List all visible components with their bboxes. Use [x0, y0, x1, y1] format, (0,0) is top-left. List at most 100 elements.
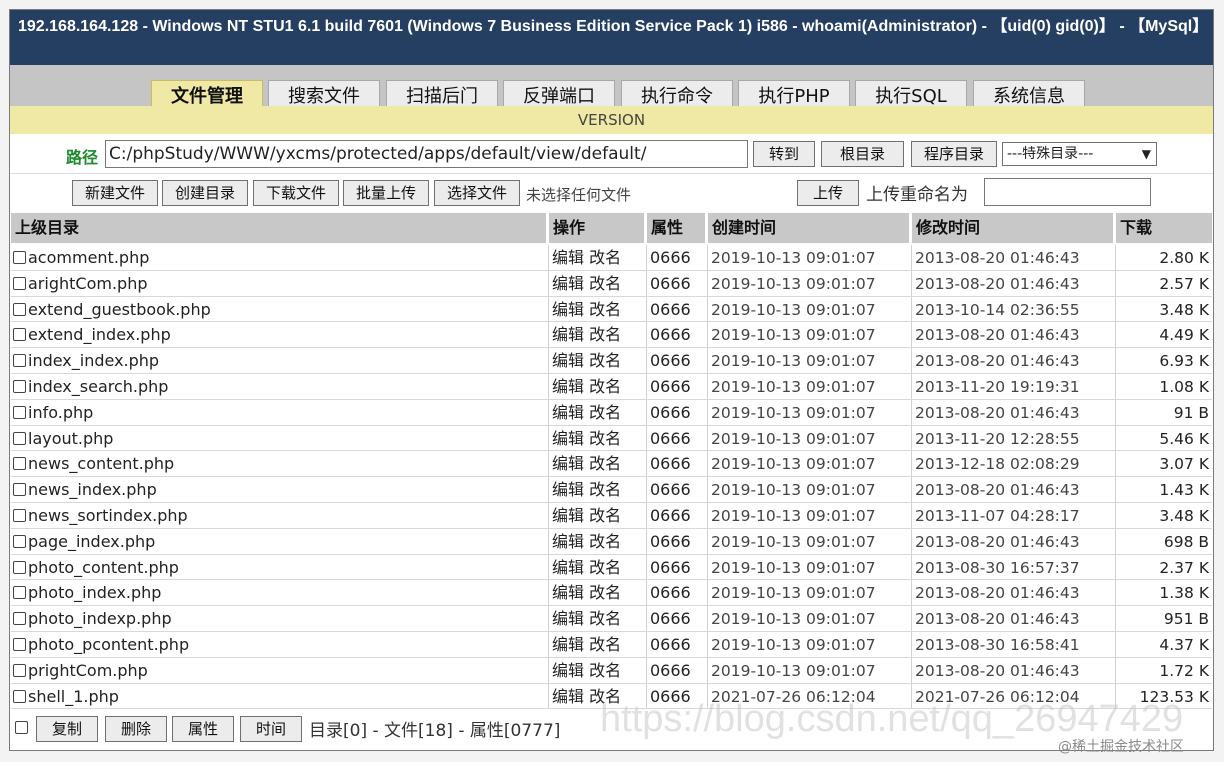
- header-parent-dir[interactable]: 上级目录: [11, 213, 546, 243]
- attr-link[interactable]: 0666: [650, 271, 706, 296]
- created-time-link[interactable]: 2019-10-13 09:01:07: [711, 374, 911, 399]
- row-checkbox[interactable]: [13, 663, 26, 677]
- attr-button[interactable]: 属性: [172, 716, 234, 742]
- upload-button[interactable]: 上传: [797, 180, 859, 206]
- edit-link[interactable]: 编辑: [552, 377, 584, 396]
- row-checkbox[interactable]: [13, 302, 26, 316]
- edit-link[interactable]: 编辑: [552, 403, 584, 422]
- rename-link[interactable]: 改名: [589, 558, 621, 577]
- new-dir-button[interactable]: 创建目录: [162, 180, 248, 206]
- rename-link[interactable]: 改名: [589, 532, 621, 551]
- path-input[interactable]: C:/phpStudy/WWW/yxcms/protected/apps/def…: [105, 140, 748, 168]
- edit-link[interactable]: 编辑: [552, 635, 584, 654]
- file-name-link[interactable]: arightCom.php: [28, 274, 147, 293]
- file-name-link[interactable]: photo_index.php: [28, 583, 161, 602]
- root-dir-button[interactable]: 根目录: [821, 141, 904, 167]
- rename-link[interactable]: 改名: [589, 325, 621, 344]
- program-dir-button[interactable]: 程序目录: [911, 141, 997, 167]
- special-dir-select[interactable]: ---特殊目录--- ▼: [1002, 142, 1157, 166]
- file-name-link[interactable]: photo_content.php: [28, 558, 179, 577]
- file-name-link[interactable]: news_content.php: [28, 454, 174, 473]
- created-time-link[interactable]: 2019-10-13 09:01:07: [711, 426, 911, 451]
- download-size-link[interactable]: 1.43 K: [1119, 477, 1209, 502]
- file-name-link[interactable]: info.php: [28, 403, 93, 422]
- attr-link[interactable]: 0666: [650, 606, 706, 631]
- attr-link[interactable]: 0666: [650, 529, 706, 554]
- created-time-link[interactable]: 2019-10-13 09:01:07: [711, 529, 911, 554]
- download-size-link[interactable]: 3.07 K: [1119, 451, 1209, 476]
- attr-link[interactable]: 0666: [650, 374, 706, 399]
- created-time-link[interactable]: 2019-10-13 09:01:07: [711, 271, 911, 296]
- batch-upload-button[interactable]: 批量上传: [343, 180, 429, 206]
- row-checkbox[interactable]: [13, 380, 26, 393]
- file-name-link[interactable]: index_index.php: [28, 351, 159, 370]
- download-size-link[interactable]: 2.57 K: [1119, 271, 1209, 296]
- row-checkbox[interactable]: [13, 431, 26, 445]
- attr-link[interactable]: 0666: [650, 451, 706, 476]
- created-time-link[interactable]: 2019-10-13 09:01:07: [711, 477, 911, 502]
- rename-link[interactable]: 改名: [589, 609, 621, 628]
- created-time-link[interactable]: 2019-10-13 09:01:07: [711, 632, 911, 657]
- file-name-link[interactable]: news_sortindex.php: [28, 506, 188, 525]
- download-file-button[interactable]: 下载文件: [253, 180, 339, 206]
- row-checkbox[interactable]: [13, 328, 26, 342]
- file-name-link[interactable]: acomment.php: [28, 248, 149, 267]
- rename-link[interactable]: 改名: [589, 687, 621, 706]
- row-checkbox[interactable]: [13, 689, 26, 703]
- rename-link[interactable]: 改名: [589, 506, 621, 525]
- attr-link[interactable]: 0666: [650, 632, 706, 657]
- attr-link[interactable]: 0666: [650, 555, 706, 580]
- row-checkbox[interactable]: [13, 276, 26, 290]
- created-time-link[interactable]: 2021-07-26 06:12:04: [711, 684, 911, 709]
- rename-link[interactable]: 改名: [589, 480, 621, 499]
- download-size-link[interactable]: 2.80 K: [1119, 245, 1209, 270]
- created-time-link[interactable]: 2019-10-13 09:01:07: [711, 322, 911, 347]
- edit-link[interactable]: 编辑: [552, 506, 584, 525]
- edit-link[interactable]: 编辑: [552, 429, 584, 448]
- file-name-link[interactable]: extend_guestbook.php: [28, 300, 211, 319]
- attr-link[interactable]: 0666: [650, 245, 706, 270]
- rename-link[interactable]: 改名: [589, 429, 621, 448]
- created-time-link[interactable]: 2019-10-13 09:01:07: [711, 503, 911, 528]
- copy-button[interactable]: 复制: [36, 716, 98, 742]
- file-name-link[interactable]: prightCom.php: [28, 661, 148, 680]
- created-time-link[interactable]: 2019-10-13 09:01:07: [711, 297, 911, 322]
- choose-file-button[interactable]: 选择文件: [434, 180, 520, 206]
- file-name-link[interactable]: shell_1.php: [28, 687, 119, 706]
- created-time-link[interactable]: 2019-10-13 09:01:07: [711, 451, 911, 476]
- attr-link[interactable]: 0666: [650, 297, 706, 322]
- download-size-link[interactable]: 1.72 K: [1119, 658, 1209, 683]
- created-time-link[interactable]: 2019-10-13 09:01:07: [711, 606, 911, 631]
- download-size-link[interactable]: 1.38 K: [1119, 580, 1209, 605]
- rename-link[interactable]: 改名: [589, 248, 621, 267]
- created-time-link[interactable]: 2019-10-13 09:01:07: [711, 555, 911, 580]
- attr-link[interactable]: 0666: [650, 477, 706, 502]
- row-checkbox[interactable]: [13, 638, 26, 651]
- edit-link[interactable]: 编辑: [552, 609, 584, 628]
- attr-link[interactable]: 0666: [650, 684, 706, 709]
- row-checkbox[interactable]: [13, 251, 26, 264]
- attr-link[interactable]: 0666: [650, 348, 706, 373]
- file-name-link[interactable]: index_search.php: [28, 377, 168, 396]
- rename-link[interactable]: 改名: [589, 351, 621, 370]
- row-checkbox[interactable]: [13, 586, 26, 600]
- download-size-link[interactable]: 4.37 K: [1119, 632, 1209, 657]
- row-checkbox[interactable]: [13, 560, 26, 574]
- created-time-link[interactable]: 2019-10-13 09:01:07: [711, 245, 911, 270]
- download-size-link[interactable]: 951 B: [1119, 606, 1209, 631]
- edit-link[interactable]: 编辑: [552, 454, 584, 473]
- edit-link[interactable]: 编辑: [552, 687, 584, 706]
- row-checkbox[interactable]: [13, 405, 26, 419]
- edit-link[interactable]: 编辑: [552, 274, 584, 293]
- rename-link[interactable]: 改名: [589, 661, 621, 680]
- edit-link[interactable]: 编辑: [552, 351, 584, 370]
- download-size-link[interactable]: 4.49 K: [1119, 322, 1209, 347]
- attr-link[interactable]: 0666: [650, 580, 706, 605]
- download-size-link[interactable]: 3.48 K: [1119, 503, 1209, 528]
- row-checkbox[interactable]: [13, 509, 26, 522]
- created-time-link[interactable]: 2019-10-13 09:01:07: [711, 348, 911, 373]
- download-size-link[interactable]: 123.53 K: [1119, 684, 1209, 709]
- select-all-checkbox[interactable]: [15, 721, 28, 734]
- row-checkbox[interactable]: [13, 483, 26, 497]
- delete-button[interactable]: 删除: [105, 716, 167, 742]
